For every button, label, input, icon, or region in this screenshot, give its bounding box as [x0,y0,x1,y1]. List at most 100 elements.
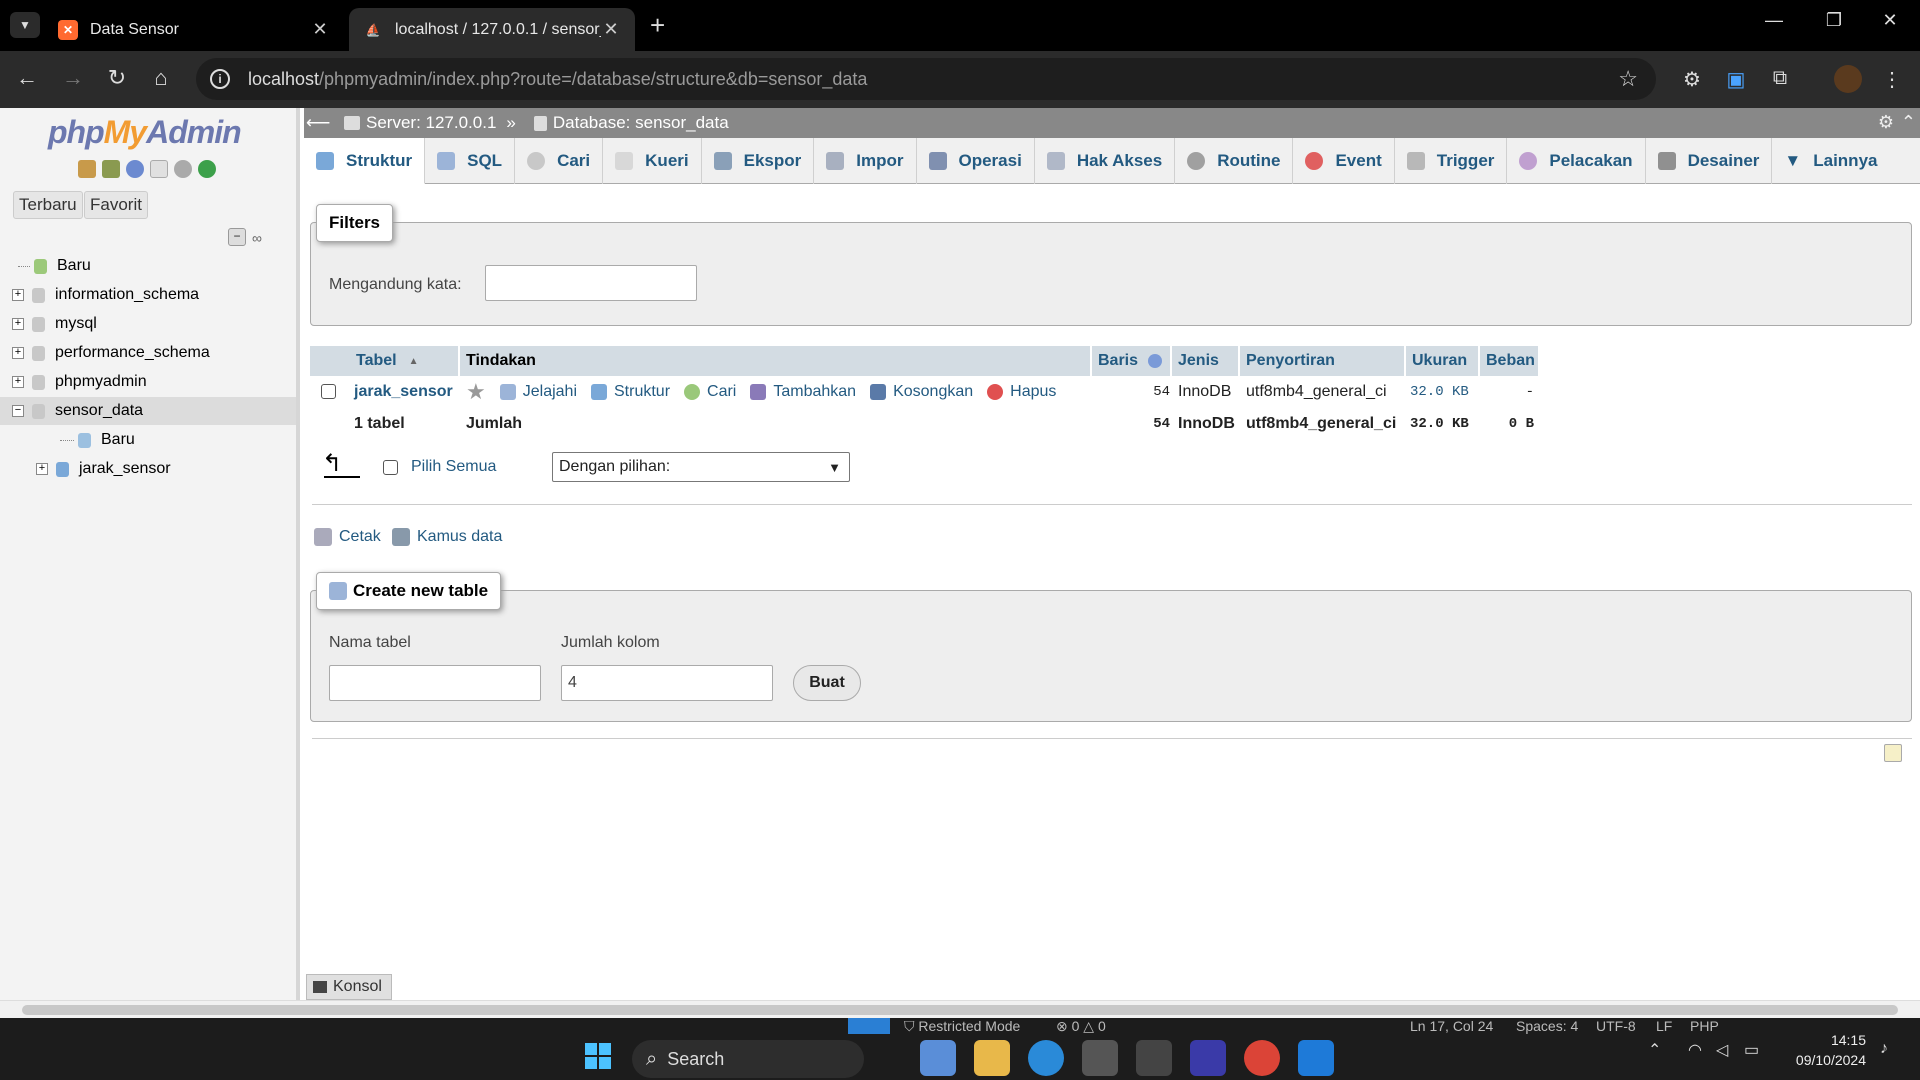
remote-indicator-icon[interactable] [848,1018,890,1034]
profile-avatar[interactable] [1834,65,1862,93]
action-hapus[interactable]: Hapus [987,383,1056,401]
app-icon[interactable] [1190,1040,1226,1076]
site-info-icon[interactable]: i [210,69,230,89]
problems-status[interactable]: ⊗ 0 △ 0 [1056,1018,1106,1035]
header-tabel[interactable]: Tabel ▲ [350,346,458,376]
minimize-icon[interactable]: — [1754,10,1794,31]
restore-icon[interactable]: ❐ [1814,10,1854,31]
action-struktur[interactable]: Struktur [591,383,670,401]
favorite-star-icon[interactable]: ★ [466,379,486,405]
tab-search-icon[interactable]: ▼ [10,12,40,38]
file-explorer-icon[interactable] [974,1040,1010,1076]
tree-item-mysql[interactable]: + mysql [0,310,296,338]
select-all-checkbox[interactable] [383,460,398,475]
action-jelajahi[interactable]: Jelajahi [499,383,577,401]
phpmyadmin-logo[interactable]: phpMyAdmin [48,114,242,151]
store-icon[interactable] [1082,1040,1118,1076]
volume-icon[interactable]: ◁ [1716,1040,1728,1060]
header-jenis[interactable]: Jenis [1172,346,1238,376]
row-ukuran[interactable]: 32.0 KB [1410,378,1469,406]
tab-kueri[interactable]: Kueri [603,138,702,184]
expand-icon[interactable]: + [12,347,24,359]
password-extension-icon[interactable]: ▣ [1722,67,1750,92]
clock-time[interactable]: 14:15 [1786,1032,1866,1048]
address-bar[interactable]: i localhost/phpmyadmin/index.php?route=/… [196,58,1656,100]
settings-gear-icon[interactable]: ⚙ [1878,112,1894,133]
app-icon[interactable] [1136,1040,1172,1076]
tab-trigger[interactable]: Trigger [1395,138,1508,184]
tree-item-phpmyadmin[interactable]: + phpmyadmin [0,368,296,396]
header-penyortiran[interactable]: Penyortiran [1240,346,1404,376]
tab-operasi[interactable]: Operasi [917,138,1035,184]
select-all-label[interactable]: Pilih Semua [411,458,496,476]
tab-lainnya[interactable]: ▼ Lainnya [1772,138,1889,184]
tab-struktur[interactable]: Struktur [304,138,426,184]
encoding[interactable]: UTF-8 [1596,1018,1636,1034]
collapse-top-icon[interactable]: ⌃ [1901,112,1916,133]
help-icon[interactable] [126,160,144,178]
tab-cari[interactable]: Cari [515,138,604,184]
notes-icon[interactable] [1884,744,1902,762]
tree-item-jarak-sensor[interactable]: + jarak_sensor [0,455,296,483]
create-button[interactable]: Buat [793,665,861,701]
tree-item-new[interactable]: Baru [0,252,296,280]
tree-item-sensor-data[interactable]: − sensor_data [0,397,296,425]
notification-bell-icon[interactable]: ♪ [1880,1040,1888,1058]
tab-impor[interactable]: Impor [814,138,917,184]
exit-icon[interactable] [102,160,120,178]
console-toggle[interactable]: Konsol [306,974,392,1000]
edge-icon[interactable] [1028,1040,1064,1076]
expand-icon[interactable]: + [12,376,24,388]
help-icon[interactable] [1148,354,1163,368]
docs-icon[interactable] [150,160,168,178]
expand-icon[interactable]: + [12,289,24,301]
collapse-all-icon[interactable]: − [228,228,246,246]
row-checkbox[interactable] [321,384,336,399]
extension-icon[interactable]: ⚙ [1678,67,1706,92]
close-tab-icon[interactable]: ✕ [601,19,621,40]
windows-start-icon[interactable] [580,1038,616,1074]
browser-tab-phpmyadmin[interactable]: ⛵ localhost / 127.0.0.1 / sensor_da ✕ [349,8,635,51]
cursor-position[interactable]: Ln 17, Col 24 [1410,1018,1493,1034]
chevron-up-icon[interactable]: ⌃ [1648,1040,1661,1060]
favorite-tables-button[interactable]: Favorit [84,191,148,219]
line-ending[interactable]: LF [1656,1018,1672,1034]
column-count-input[interactable]: 4 [561,665,773,701]
close-window-icon[interactable]: ✕ [1870,10,1910,31]
wifi-icon[interactable]: ◠ [1688,1040,1702,1060]
new-tab-icon[interactable]: + [650,10,665,41]
back-icon[interactable]: ← [12,65,42,91]
recent-tables-button[interactable]: Terbaru [13,191,83,219]
tab-pelacakan[interactable]: Pelacakan [1507,138,1646,184]
print-link[interactable]: Cetak [314,528,381,546]
table-name-input[interactable] [329,665,541,701]
chrome-icon[interactable] [1244,1040,1280,1076]
tab-event[interactable]: Event [1293,138,1395,184]
tab-sql[interactable]: SQL [425,138,516,184]
taskbar-search[interactable]: ⌕ Search [632,1040,864,1078]
close-tab-icon[interactable]: ✕ [310,19,330,40]
action-cari[interactable]: Cari [684,383,736,401]
tab-routine[interactable]: Routine [1175,138,1294,184]
clock-date[interactable]: 09/10/2024 [1786,1052,1866,1068]
extensions-puzzle-icon[interactable]: ⧉ [1766,67,1794,90]
header-ukuran[interactable]: Ukuran [1406,346,1478,376]
scrollbar-thumb[interactable] [22,1005,1898,1015]
data-dictionary-link[interactable]: Kamus data [392,528,502,546]
collapse-icon[interactable]: − [12,405,24,417]
tab-hak-akses[interactable]: Hak Akses [1035,138,1176,184]
tab-ekspor[interactable]: Ekspor [702,138,815,184]
header-baris[interactable]: Baris [1092,346,1170,376]
forward-icon[interactable]: → [58,65,88,91]
tree-item-information-schema[interactable]: + information_schema [0,281,296,309]
tab-desainer[interactable]: Desainer [1646,138,1773,184]
horizontal-scrollbar[interactable] [0,1000,1920,1018]
header-beban[interactable]: Beban [1480,346,1538,376]
tree-item-new-table[interactable]: Baru [0,426,296,454]
battery-icon[interactable]: ▭ [1744,1040,1759,1060]
breadcrumb-database[interactable]: Database: sensor_data [533,113,729,133]
settings-gear-icon[interactable] [174,160,192,178]
with-selected-dropdown[interactable]: Dengan pilihan: ▼ [552,452,850,482]
restricted-mode[interactable]: ⛉ Restricted Mode [904,1018,1020,1035]
action-tambahkan[interactable]: Tambahkan [750,383,856,401]
